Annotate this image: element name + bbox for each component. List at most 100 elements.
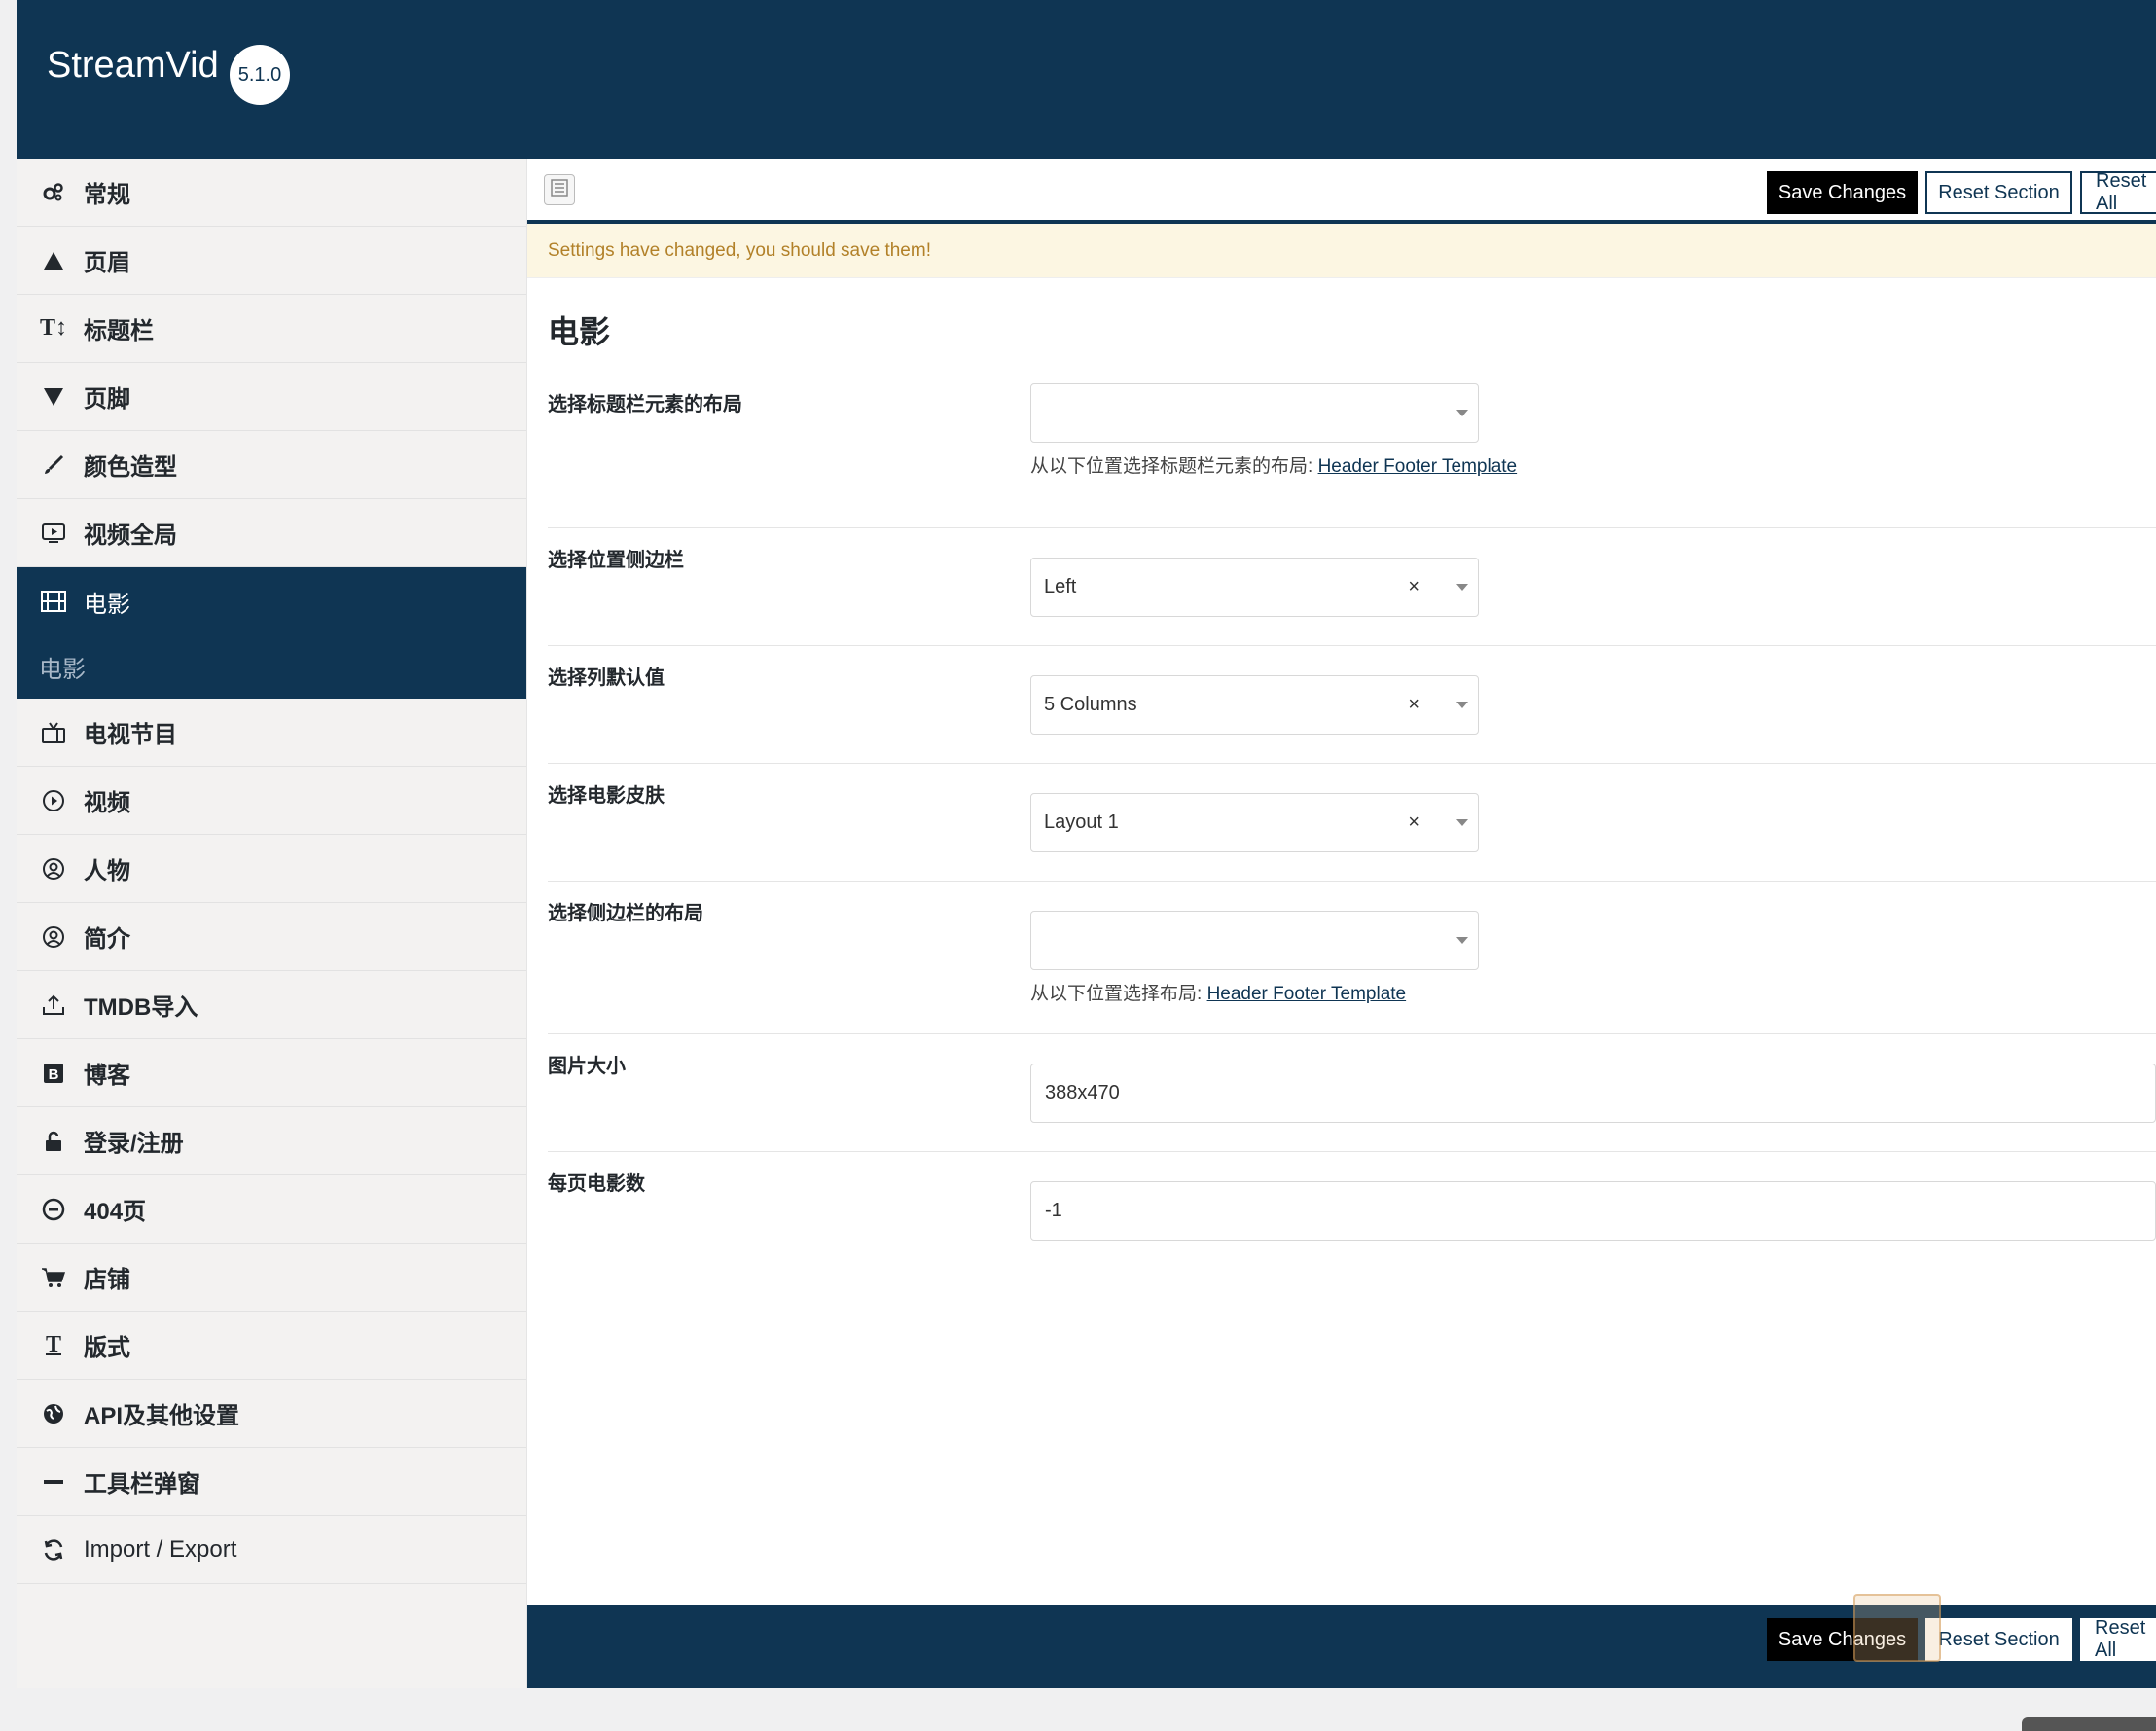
clear-icon[interactable]: × — [1408, 676, 1419, 734]
expand-options-button[interactable] — [544, 174, 575, 205]
sidebar-item-title-bar[interactable]: T↕ 标题栏 — [17, 295, 526, 363]
sidebar-item-label: API及其他设置 — [84, 1403, 240, 1429]
header-footer-template-link[interactable]: Header Footer Template — [1207, 984, 1407, 1004]
blog-icon: B — [37, 1057, 70, 1090]
sidebar-item-label: 页脚 — [84, 386, 130, 413]
sidebar-item-videos[interactable]: 视频 — [17, 767, 526, 835]
chevron-down-icon — [1456, 584, 1468, 591]
sidebar-item-label: 颜色造型 — [84, 454, 177, 481]
sidebar-item-typography[interactable]: T 版式 — [17, 1312, 526, 1380]
user-circle-icon — [37, 920, 70, 954]
top-toolbar: Save Changes Reset Section Reset All — [527, 159, 2156, 224]
sidebar-item-login-register[interactable]: 登录/注册 — [17, 1107, 526, 1175]
sidebar-item-people[interactable]: 人物 — [17, 835, 526, 903]
chevron-down-icon — [1456, 702, 1468, 708]
description-text: 从以下位置选择标题栏元素的布局: — [1030, 456, 1313, 477]
select-value: Layout 1 — [1044, 811, 1119, 833]
upload-icon — [37, 989, 70, 1022]
app-title: StreamVid — [47, 45, 219, 86]
save-changes-button[interactable]: Save Changes — [1767, 171, 1918, 214]
watermark-logo — [1853, 1594, 1941, 1662]
globe-icon — [37, 1397, 70, 1430]
brush-icon — [37, 449, 70, 482]
sidebar-item-label: 标题栏 — [84, 318, 154, 344]
sidebar-item-movies[interactable]: 电影 — [17, 567, 526, 635]
sidebar-position-select[interactable]: Left × — [1030, 558, 1479, 617]
sidebar-item-label: 电影 — [84, 591, 130, 618]
sidebar-item-header[interactable]: 页眉 — [17, 227, 526, 295]
svg-text:B: B — [49, 1066, 59, 1083]
video-screen-icon — [37, 517, 70, 550]
clear-icon[interactable]: × — [1408, 794, 1419, 851]
sidebar-item-label: 视频 — [84, 790, 130, 816]
chevron-down-icon — [1456, 819, 1468, 826]
sidebar-item-404[interactable]: 404页 — [17, 1175, 526, 1244]
sidebar-item-label: 登录/注册 — [84, 1131, 184, 1157]
sidebar-item-label: 人物 — [84, 858, 130, 884]
sidebar-item-general[interactable]: 常规 — [17, 159, 526, 227]
sidebar-item-toolbar-popup[interactable]: 工具栏弹窗 — [17, 1448, 526, 1516]
field-row-image-size: 图片大小 — [548, 1034, 2156, 1152]
sidebar-item-tmdb-import[interactable]: TMDB导入 — [17, 971, 526, 1039]
tv-icon — [37, 716, 70, 749]
field-row-title-bar-layout: 选择标题栏元素的布局 从以下位置选择标题栏元素的布局: Header Foote… — [548, 373, 2156, 528]
sidebar-item-tv-shows[interactable]: 电视节目 — [17, 699, 526, 767]
sidebar-item-label: 404页 — [84, 1199, 147, 1225]
reset-section-button[interactable]: Reset Section — [1925, 1618, 2072, 1661]
sidebar-item-label: 简介 — [84, 926, 130, 953]
field-label: 选择列默认值 — [548, 667, 665, 689]
columns-default-select[interactable]: 5 Columns × — [1030, 675, 1479, 735]
sidebar-item-label: Import / Export — [84, 1535, 237, 1563]
sidebar-item-colors[interactable]: 颜色造型 — [17, 431, 526, 499]
image-size-field[interactable] — [1030, 1064, 2156, 1123]
sidebar-item-label: 博客 — [84, 1063, 130, 1089]
sidebar: 常规 页眉 T↕ 标题栏 页脚 颜色造型 视频全局 电影 电影 电视节目 视频 … — [17, 159, 527, 1688]
sidebar-item-profile[interactable]: 简介 — [17, 903, 526, 971]
movies-per-page-field[interactable] — [1030, 1181, 2156, 1241]
sidebar-item-label: TMDB导入 — [84, 994, 198, 1021]
sidebar-subitem-movies[interactable]: 电影 — [17, 635, 526, 699]
options-panel: StreamVid 5.1.0 常规 页眉 T↕ 标题栏 页脚 颜色造型 视频全… — [17, 0, 2156, 1688]
movies-per-page-input[interactable] — [1031, 1182, 2155, 1240]
sidebar-item-label: 页眉 — [84, 250, 130, 276]
header-footer-template-link[interactable]: Header Footer Template — [1318, 456, 1518, 477]
select-value: Left — [1044, 576, 1077, 597]
clear-icon[interactable]: × — [1408, 559, 1419, 616]
image-size-input[interactable] — [1031, 1064, 2155, 1122]
sidebar-item-blog[interactable]: B 博客 — [17, 1039, 526, 1107]
triangle-down-icon — [37, 380, 70, 414]
corner-overlay — [2022, 1717, 2156, 1731]
sidebar-item-api-settings[interactable]: API及其他设置 — [17, 1380, 526, 1448]
field-label: 每页电影数 — [548, 1173, 645, 1195]
user-circle-icon — [37, 852, 70, 885]
panel-header: StreamVid 5.1.0 — [17, 0, 2156, 159]
field-row-movies-per-page: 每页电影数 — [548, 1152, 2156, 1270]
title-bar-layout-select[interactable] — [1030, 383, 1479, 443]
chevron-down-icon — [1456, 937, 1468, 944]
sidebar-item-footer[interactable]: 页脚 — [17, 363, 526, 431]
movie-skin-select[interactable]: Layout 1 × — [1030, 793, 1479, 852]
sidebar-item-label: 店铺 — [84, 1267, 130, 1293]
reset-section-button[interactable]: Reset Section — [1925, 171, 2072, 214]
section-title: 电影 — [548, 314, 611, 349]
sidebar-item-import-export[interactable]: Import / Export — [17, 1516, 526, 1584]
reset-all-button[interactable]: Reset All — [2080, 170, 2156, 214]
field-label: 选择电影皮肤 — [548, 785, 665, 807]
field-row-sidebar-position: 选择位置侧边栏 Left × — [548, 528, 2156, 646]
sidebar-layout-select[interactable] — [1030, 911, 1479, 970]
sidebar-item-video-global[interactable]: 视频全局 — [17, 499, 526, 567]
field-row-columns-default: 选择列默认值 5 Columns × — [548, 646, 2156, 764]
triangle-up-icon — [37, 244, 70, 277]
list-icon — [551, 178, 568, 201]
gears-icon — [37, 176, 70, 209]
refresh-icon — [37, 1533, 70, 1567]
unlock-icon — [37, 1125, 70, 1158]
version-badge: 5.1.0 — [230, 45, 290, 105]
select-value: 5 Columns — [1044, 694, 1137, 715]
field-label: 选择位置侧边栏 — [548, 550, 684, 571]
main-content: Save Changes Reset Section Reset All Set… — [527, 159, 2156, 1688]
reset-all-button[interactable]: Reset All — [2080, 1617, 2156, 1661]
sidebar-item-shop[interactable]: 店铺 — [17, 1244, 526, 1312]
text-height-icon: T↕ — [39, 315, 67, 341]
minus-circle-icon — [37, 1193, 70, 1226]
